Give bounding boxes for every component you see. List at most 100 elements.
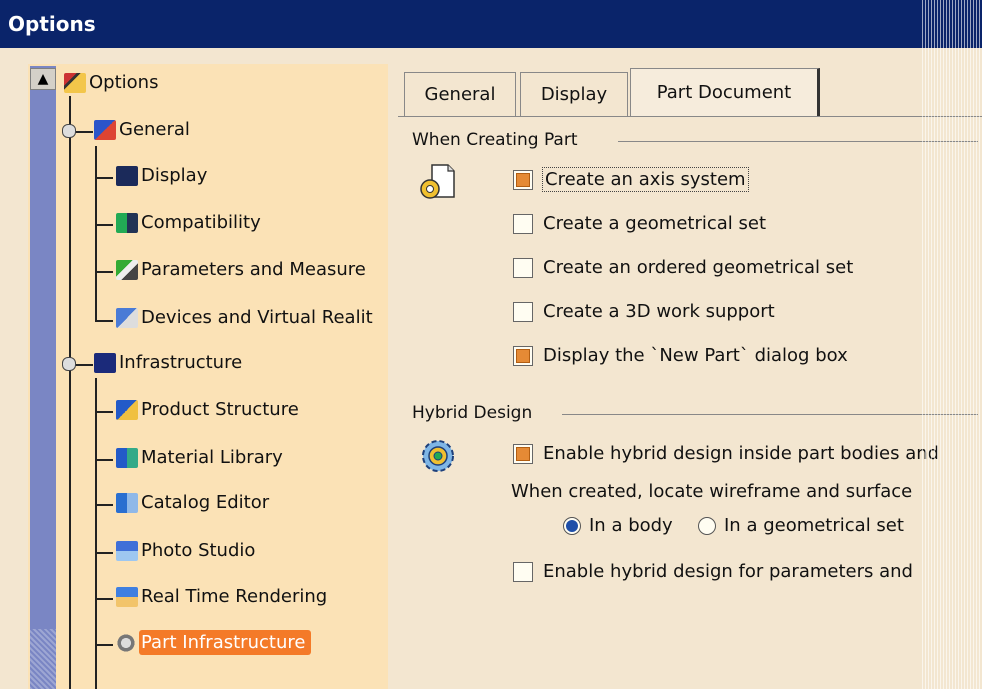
display-new-part-dialog-checkbox[interactable] xyxy=(513,345,533,366)
part-document-icon xyxy=(418,163,458,203)
display-new-part-dialog-label: Display the `New Part` dialog box xyxy=(543,345,848,366)
tree-item-real-time-rendering[interactable]: Real Time Rendering xyxy=(116,586,327,607)
group-line xyxy=(562,414,978,415)
enable-hybrid-params-checkbox[interactable] xyxy=(513,561,533,582)
tab-label: Part Document xyxy=(656,82,792,103)
scroll-up-button[interactable]: ▲ xyxy=(30,68,56,90)
tree-item-label-selected: Part Infrastructure xyxy=(139,630,312,655)
tree-item-product-structure[interactable]: Product Structure xyxy=(116,399,299,420)
tree-connector xyxy=(95,644,113,646)
tree-connector xyxy=(95,459,113,461)
create-axis-system-checkbox[interactable] xyxy=(513,169,533,190)
tree-item-label: Display xyxy=(141,165,208,186)
enable-hybrid-design-label: Enable hybrid design inside part bodies … xyxy=(543,443,940,464)
tree-connector xyxy=(95,224,113,226)
radio-in-a-geometrical-set[interactable]: In a geometrical set xyxy=(698,515,904,536)
when-creating-part-title: When Creating Part xyxy=(412,130,578,150)
in-a-body-label: In a body xyxy=(589,515,673,536)
general-icon xyxy=(94,119,116,140)
torn-edge-overlay xyxy=(922,0,982,689)
enable-hybrid-params-option[interactable]: Enable hybrid design for parameters and xyxy=(513,561,913,582)
create-axis-system-option[interactable]: Create an axis system xyxy=(513,167,749,192)
product-structure-icon xyxy=(116,399,138,420)
tree-item-general[interactable]: General xyxy=(94,119,190,140)
tree-scrollbar[interactable]: ▲ xyxy=(30,66,56,689)
in-a-body-radio[interactable] xyxy=(563,516,581,535)
infrastructure-icon xyxy=(94,352,116,373)
tree-item-label: Catalog Editor xyxy=(141,492,270,513)
create-ordered-geometrical-set-checkbox[interactable] xyxy=(513,257,533,278)
tree-connector xyxy=(95,271,113,273)
locate-wireframe-text: When created, locate wireframe and surfa… xyxy=(511,481,913,502)
tree-connector xyxy=(95,552,113,554)
tree-item-label: Parameters and Measure xyxy=(141,259,366,280)
catalog-editor-icon xyxy=(116,492,138,513)
tree-item-label: Photo Studio xyxy=(141,540,256,561)
tree-item-label: Product Structure xyxy=(141,399,299,420)
create-axis-system-label: Create an axis system xyxy=(542,167,749,192)
create-ordered-geometrical-set-label: Create an ordered geometrical set xyxy=(543,257,854,278)
tree-item-label: General xyxy=(119,119,190,140)
create-geometrical-set-checkbox[interactable] xyxy=(513,213,533,234)
tab-underline xyxy=(398,116,982,117)
tab-label: General xyxy=(424,84,496,105)
tree-root-label: Options xyxy=(89,72,159,93)
display-new-part-dialog-option[interactable]: Display the `New Part` dialog box xyxy=(513,345,848,366)
tree-item-label: Compatibility xyxy=(141,212,261,233)
tree-item-catalog-editor[interactable]: Catalog Editor xyxy=(116,492,269,513)
scrollbar-hatch xyxy=(30,629,56,689)
options-tree-icon xyxy=(64,72,86,93)
compatibility-icon xyxy=(116,212,138,233)
material-library-icon xyxy=(116,447,138,468)
parameters-icon xyxy=(116,259,138,280)
tree-connector xyxy=(95,177,113,179)
window-titlebar: Options xyxy=(0,0,982,48)
in-a-geometrical-set-radio[interactable] xyxy=(698,516,716,535)
display-icon xyxy=(116,165,138,186)
tree-connector xyxy=(95,504,113,506)
tree-item-photo-studio[interactable]: Photo Studio xyxy=(116,540,255,561)
tree-connector xyxy=(69,96,71,689)
tree-item-parameters[interactable]: Parameters and Measure xyxy=(116,259,366,280)
collapse-infrastructure-toggle[interactable] xyxy=(62,357,76,371)
tree-connector xyxy=(95,146,97,322)
tree-item-label: Real Time Rendering xyxy=(141,586,328,607)
radio-in-a-body[interactable]: In a body xyxy=(563,515,673,536)
tree-item-material-library[interactable]: Material Library xyxy=(116,447,283,468)
enable-hybrid-params-label: Enable hybrid design for parameters and xyxy=(543,561,913,582)
tree-connector xyxy=(95,320,113,322)
hybrid-design-gear-icon xyxy=(418,436,458,476)
tree-item-compatibility[interactable]: Compatibility xyxy=(116,212,261,233)
tree-connector xyxy=(95,411,113,413)
create-3d-work-support-label: Create a 3D work support xyxy=(543,301,775,322)
tree-item-infrastructure[interactable]: Infrastructure xyxy=(94,352,242,373)
tree-item-label: Material Library xyxy=(141,447,283,468)
real-time-rendering-icon xyxy=(116,586,138,607)
tree-item-label: Infrastructure xyxy=(119,352,243,373)
tab-general[interactable]: General xyxy=(404,72,516,116)
gear-icon xyxy=(116,632,136,653)
photo-studio-icon xyxy=(116,540,138,561)
tab-display[interactable]: Display xyxy=(520,72,628,116)
settings-panel xyxy=(390,64,982,689)
tree-item-display[interactable]: Display xyxy=(116,165,207,186)
create-3d-work-support-option[interactable]: Create a 3D work support xyxy=(513,301,775,322)
in-a-geometrical-set-label: In a geometrical set xyxy=(724,515,904,536)
enable-hybrid-design-option[interactable]: Enable hybrid design inside part bodies … xyxy=(513,443,939,464)
create-3d-work-support-checkbox[interactable] xyxy=(513,301,533,322)
tree-item-label: Devices and Virtual Realit xyxy=(141,307,373,328)
collapse-general-toggle[interactable] xyxy=(62,124,76,138)
tree-root-options[interactable]: Options xyxy=(64,72,158,93)
window-title: Options xyxy=(8,12,96,36)
create-geometrical-set-label: Create a geometrical set xyxy=(543,213,767,234)
tree-connector xyxy=(95,378,97,689)
tab-part-document[interactable]: Part Document xyxy=(630,68,820,116)
hybrid-design-title: Hybrid Design xyxy=(412,403,533,423)
devices-icon xyxy=(116,307,138,328)
tree-connector xyxy=(95,598,113,600)
create-ordered-geometrical-set-option[interactable]: Create an ordered geometrical set xyxy=(513,257,853,278)
tree-item-part-infrastructure[interactable]: Part Infrastructure xyxy=(116,630,312,655)
create-geometrical-set-option[interactable]: Create a geometrical set xyxy=(513,213,766,234)
enable-hybrid-design-checkbox[interactable] xyxy=(513,443,533,464)
tree-item-devices[interactable]: Devices and Virtual Realit xyxy=(116,307,373,328)
